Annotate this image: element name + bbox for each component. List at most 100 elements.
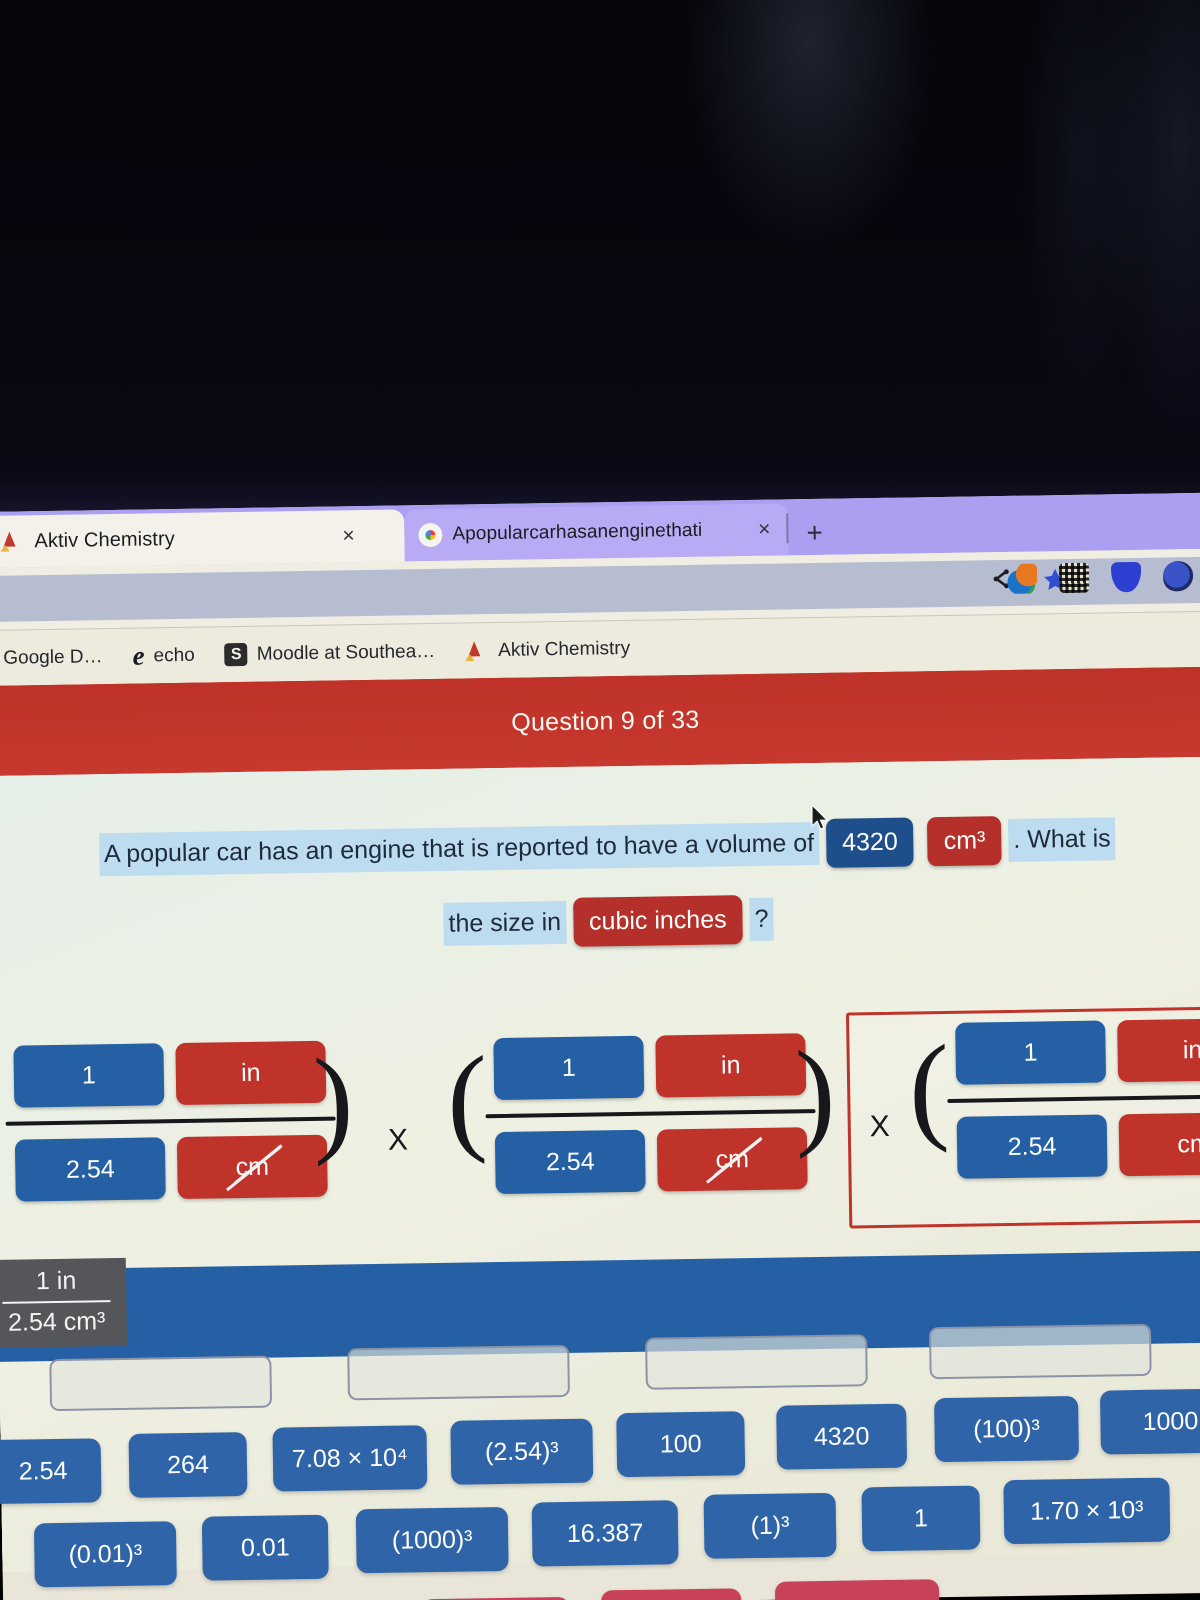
drop-slot-4[interactable]	[928, 1323, 1152, 1380]
answer-tile[interactable]: (100)³	[934, 1395, 1080, 1463]
shield-extension-icon[interactable]	[1110, 561, 1142, 593]
fraction-1-numerator: 1 in	[4, 1040, 335, 1108]
fraction-2-den-unit[interactable]: cm	[656, 1127, 808, 1192]
drop-slot-1[interactable]	[49, 1355, 273, 1412]
paren-open-2: (	[446, 1031, 489, 1165]
tab-active-search[interactable]: Apopularcarhasanenginethatisre ×	[404, 503, 789, 562]
fraction-1: 1 in 2.54 cm	[4, 1040, 337, 1202]
bookmark-label: Google D…	[3, 645, 103, 669]
drop-slot-3[interactable]	[645, 1334, 868, 1390]
fraction-1-bar	[5, 1116, 336, 1126]
answer-tile[interactable]: (2.54)³	[450, 1418, 594, 1485]
fraction-2-num-unit[interactable]: in	[655, 1033, 807, 1098]
paren-open-3: (	[908, 1019, 951, 1154]
mouse-cursor	[811, 804, 829, 830]
bookmark-echo[interactable]: e echo	[132, 640, 195, 671]
fraction-3-denominator: 2.54 cm	[948, 1111, 1200, 1179]
prompt-text-part4: ?	[749, 897, 774, 942]
given-unit-chip[interactable]: cm³	[927, 816, 1002, 867]
echo-icon: e	[132, 640, 145, 671]
fraction-3-num-value[interactable]: 1	[955, 1020, 1107, 1085]
multiply-symbol-1: X	[387, 1123, 409, 1157]
answer-tile[interactable]: 1	[861, 1485, 981, 1552]
fraction-2-num-value[interactable]: 1	[493, 1035, 645, 1101]
tooltip-bar	[2, 1299, 111, 1304]
extension-icons	[1006, 561, 1200, 594]
paren-close-2: )	[794, 1025, 837, 1160]
fraction-1-den-unit[interactable]: cm	[176, 1134, 328, 1200]
fraction-2-den-value[interactable]: 2.54	[494, 1129, 646, 1195]
unit-tooltip: 1 in 2.54 cm³	[0, 1257, 128, 1348]
page-title: Question 9 of 33	[511, 705, 700, 737]
answer-tile[interactable]: 1.70 × 10³	[1003, 1477, 1171, 1545]
prompt-text-part3: the size in	[443, 900, 567, 946]
fraction-3-bar	[947, 1093, 1200, 1103]
bookmark-google-docs[interactable]: Google D…	[0, 646, 103, 670]
fraction-3-den-unit[interactable]: cm	[1118, 1111, 1200, 1177]
tooltip-denominator: 2.54 cm³	[7, 1306, 106, 1337]
answer-tile[interactable]: (1000)³	[355, 1506, 509, 1574]
screen-photograph: Aktiv Chemistry × Apopularcarhasanengine…	[0, 0, 1200, 1600]
qr-code-icon[interactable]	[1058, 562, 1090, 594]
browser-window: Aktiv Chemistry × Apopularcarhasanengine…	[0, 492, 1200, 1600]
bookmark-label: echo	[153, 644, 195, 666]
drop-slot-2[interactable]	[347, 1344, 570, 1401]
answer-tile[interactable]: 1000	[1099, 1388, 1200, 1455]
tab-title: Apopularcarhasanenginethatisre	[452, 519, 703, 545]
bookmark-label: Aktiv Chemistry	[498, 637, 631, 661]
fraction-3: 1 in 2.54 cm	[946, 1017, 1200, 1179]
tooltip-numerator: 1 in	[35, 1266, 77, 1296]
prompt-text-part1: A popular car has an engine that is repo…	[98, 821, 820, 877]
fraction-2-bar	[485, 1109, 816, 1119]
answer-tile[interactable]: 0.01	[201, 1514, 329, 1581]
fraction-3-numerator: 1 in	[946, 1017, 1200, 1085]
tab-aktiv-chemistry[interactable]: Aktiv Chemistry ×	[0, 509, 405, 568]
extension-color-icon[interactable]	[1006, 563, 1038, 594]
tab-divider	[786, 513, 789, 544]
answer-tile[interactable]: 16.387	[531, 1500, 679, 1567]
answer-tile[interactable]: 100	[616, 1411, 746, 1478]
google-icon	[418, 522, 443, 548]
bookmark-aktiv-chemistry[interactable]: Aktiv Chemistry	[465, 636, 630, 663]
answer-tile-bank: 2.54 264 7.08 × 10⁴ (2.54)³ 100 4320 (10…	[0, 1388, 1200, 1600]
target-unit-chip[interactable]: cubic inches	[572, 895, 743, 947]
fraction-3-den-value[interactable]: 2.54	[956, 1114, 1108, 1179]
fraction-1-num-unit[interactable]: in	[175, 1040, 327, 1106]
question-body: A popular car has an engine that is repo…	[0, 756, 1200, 1600]
multiply-symbol-2: X	[869, 1109, 891, 1144]
fraction-3-num-unit[interactable]: in	[1117, 1017, 1200, 1083]
aktiv-chemistry-app: Question 9 of 33 A popular car has an en…	[0, 666, 1200, 1600]
given-value-chip[interactable]: 4320	[825, 817, 915, 868]
answer-tile[interactable]: 264	[128, 1432, 248, 1498]
fraction-1-denominator: 2.54 cm	[6, 1134, 337, 1202]
moodle-icon: S	[224, 642, 248, 667]
aktiv-icon	[0, 529, 24, 553]
bookmark-moodle[interactable]: S Moodle at Southea…	[224, 640, 436, 667]
answer-tile[interactable]: 7.08 × 10⁴	[272, 1425, 428, 1492]
answer-tile[interactable]: 4320	[776, 1403, 908, 1470]
bookmark-label: Moodle at Southea…	[256, 640, 436, 665]
fraction-2: 1 in 2.54 cm	[484, 1033, 817, 1195]
paren-close-1: )	[312, 1033, 355, 1167]
monitor-bezel	[0, 0, 1200, 516]
new-tab-button[interactable]: +	[806, 517, 823, 549]
fraction-2-numerator: 1 in	[484, 1033, 815, 1101]
blob-extension-icon[interactable]	[1162, 561, 1194, 592]
answer-tile[interactable]: (0.01)³	[33, 1521, 177, 1588]
fraction-1-den-value[interactable]: 2.54	[14, 1137, 166, 1202]
answer-tile-red[interactable]	[601, 1588, 742, 1600]
prompt-text-part2: . What is	[1008, 817, 1116, 863]
question-prompt: A popular car has an engine that is repo…	[0, 757, 1200, 956]
dimensional-analysis-equation: 1 in 2.54 cm ) X (1 in 2.54 cm) X (1 …	[0, 993, 1200, 1252]
aktiv-icon	[465, 639, 489, 663]
answer-tile-red[interactable]	[774, 1579, 940, 1600]
prompt-line-2: the size in cubic inches ?	[0, 888, 1200, 956]
prompt-line-1: A popular car has an engine that is repo…	[0, 813, 1200, 881]
fraction-2-denominator: 2.54 cm	[486, 1127, 817, 1195]
fraction-1-num-value[interactable]: 1	[13, 1043, 165, 1108]
answer-tile[interactable]: 2.54	[0, 1438, 102, 1505]
tab-title: Aktiv Chemistry	[34, 527, 176, 552]
close-icon[interactable]: ×	[338, 524, 359, 548]
answer-tile[interactable]: (1)³	[703, 1492, 837, 1559]
close-icon[interactable]: ×	[754, 518, 775, 542]
